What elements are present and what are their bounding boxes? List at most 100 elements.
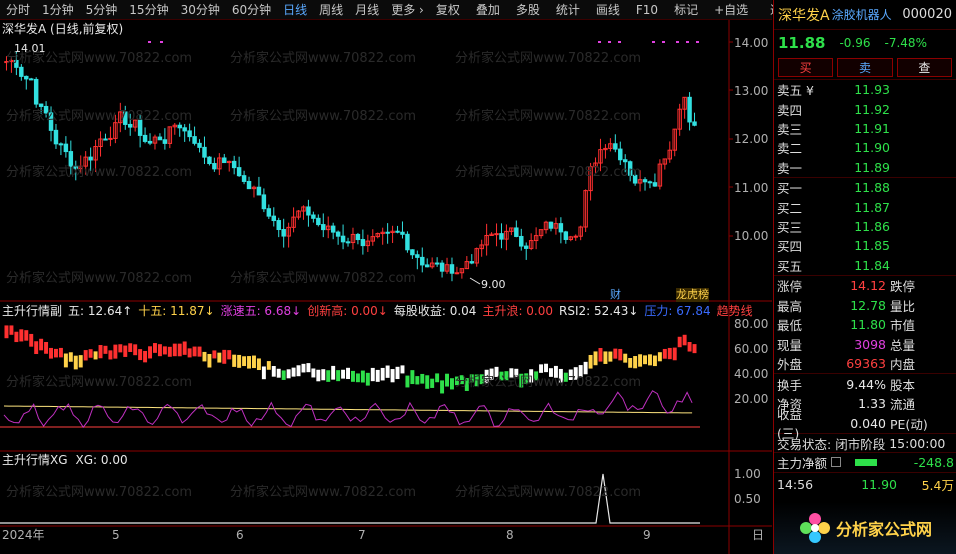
candle-body — [622, 159, 628, 163]
momentum-bar — [88, 349, 93, 358]
financial-report-marker[interactable]: 财 — [610, 288, 621, 302]
tick-volume: 5.4万 — [921, 477, 954, 493]
indicator1-value: 十五: 11.87↓ — [138, 304, 215, 318]
candle-body — [24, 75, 29, 80]
dragon-tiger-marker[interactable]: 龙虎榜 — [676, 288, 709, 302]
tab-30min[interactable]: 30分钟 — [175, 0, 226, 20]
bid-price: 11.87 — [854, 199, 890, 215]
candle-body — [306, 206, 311, 216]
candle-body — [246, 180, 252, 190]
momentum-bar — [232, 354, 237, 367]
momentum-bar — [346, 367, 351, 380]
add-watchlist-button[interactable]: +自选 — [708, 0, 754, 20]
tab-monthly[interactable]: 月线 — [349, 0, 385, 20]
candle-body — [147, 140, 153, 144]
momentum-bar — [187, 348, 192, 358]
stat-row: 最低 11.80 市值 — [774, 315, 956, 335]
momentum-bar — [276, 368, 281, 378]
momentum-bar — [647, 354, 652, 366]
momentum-bar — [618, 348, 623, 361]
indicator1-name: 主升行情副 — [2, 304, 63, 318]
x-axis-month: 7 — [358, 528, 366, 542]
restore-rights-button[interactable]: 复权 — [430, 0, 466, 20]
momentum-bar — [643, 355, 648, 365]
momentum-bar — [583, 361, 588, 375]
momentum-bar — [128, 343, 133, 352]
candle-body — [53, 129, 59, 145]
low-price-pointer — [469, 277, 481, 285]
bid-row: 买四 11.85 — [774, 236, 956, 255]
stat-row: 换手 9.44% 股本 — [774, 374, 956, 394]
momentum-bar — [613, 348, 618, 359]
candle-body — [241, 175, 247, 182]
draw-line-button[interactable]: 画线 — [590, 0, 626, 20]
momentum-bar — [301, 363, 306, 373]
tab-15min[interactable]: 15分钟 — [123, 0, 174, 20]
candle-body — [385, 231, 390, 234]
tab-1min[interactable]: 1分钟 — [36, 0, 80, 20]
signal-dot — [618, 41, 621, 43]
menu-icon[interactable] — [831, 457, 842, 468]
sell-button[interactable]: 卖 — [837, 58, 893, 77]
candle-body — [410, 249, 415, 256]
momentum-bar — [108, 350, 113, 360]
signal-dot — [676, 41, 679, 43]
momentum-bar — [281, 370, 286, 380]
candle-body — [33, 78, 39, 105]
chart-canvas[interactable] — [0, 20, 772, 554]
tab-weekly[interactable]: 周线 — [313, 0, 349, 20]
stat-value: 14.12 — [850, 278, 886, 294]
stat-label: 最低 — [777, 318, 803, 334]
indicator1-value: 涨速五: 6.68↓ — [220, 304, 302, 318]
momentum-bar — [350, 370, 355, 382]
ask-price: 11.90 — [854, 140, 890, 156]
momentum-bar — [593, 351, 598, 366]
stat-label: 最高 — [777, 298, 803, 314]
multi-stock-button[interactable]: 多股 — [510, 0, 546, 20]
tab-intraday[interactable]: 分时 — [0, 0, 36, 20]
momentum-bar — [266, 361, 271, 370]
y-tick-ind1: 40.00 — [734, 367, 769, 381]
candle-body — [316, 217, 321, 226]
tab-more[interactable]: 更多 › — [385, 0, 430, 20]
momentum-bar — [237, 354, 242, 368]
signal-dot — [652, 41, 655, 43]
tab-daily[interactable]: 日线 — [277, 0, 313, 20]
watermark: 分析家公式网www.70822.com — [230, 109, 417, 124]
candle-body — [88, 156, 93, 161]
buy-button[interactable]: 买 — [778, 58, 834, 77]
concept-tag[interactable]: 涂胶机器人 — [832, 6, 892, 23]
momentum-bar — [247, 356, 252, 369]
overlay-button[interactable]: 叠加 — [470, 0, 506, 20]
momentum-bar — [202, 351, 207, 362]
candle-body — [613, 143, 618, 150]
candle-body — [108, 137, 113, 140]
grid-icon[interactable] — [758, 4, 760, 16]
query-button[interactable]: 查 — [896, 58, 952, 77]
tab-5min[interactable]: 5分钟 — [80, 0, 124, 20]
momentum-bar — [311, 368, 316, 378]
stock-header: 深华发A 涂胶机器人 000020 — [774, 0, 956, 30]
f10-button[interactable]: F10 — [630, 0, 664, 20]
momentum-bar — [68, 352, 73, 362]
candle-body — [652, 182, 658, 187]
ask-label: 卖四 — [777, 102, 803, 118]
indicator1-value: 压力: 67.84 — [644, 304, 711, 318]
momentum-bar — [331, 365, 336, 380]
indicator1-value: 趋势线 — [716, 304, 753, 318]
tick-time: 14:56 — [777, 476, 814, 492]
tab-60min[interactable]: 60分钟 — [226, 0, 277, 20]
stat-label-2: 量比 — [890, 298, 916, 314]
y-tick-ind1: 80.00 — [734, 317, 769, 331]
momentum-bar — [623, 353, 628, 363]
candle-body — [415, 254, 420, 258]
momentum-bar — [217, 352, 222, 363]
candle-body — [330, 225, 336, 233]
momentum-bar — [395, 366, 400, 380]
statistics-button[interactable]: 统计 — [550, 0, 586, 20]
indicator2-name: 主升行情XG — [2, 453, 68, 467]
momentum-bar — [440, 380, 445, 394]
bid-label: 买四 — [777, 239, 803, 255]
mark-button[interactable]: 标记 — [668, 0, 704, 20]
watermark: 分析家公式网www.70822.com — [455, 51, 642, 66]
